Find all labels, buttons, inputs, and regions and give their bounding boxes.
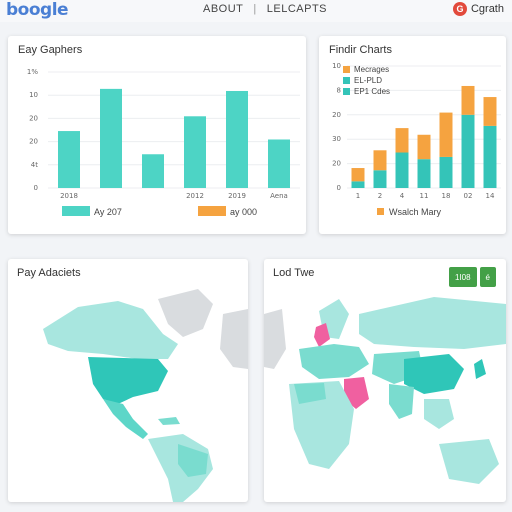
stack-x-tick: 14 (486, 192, 495, 200)
stack-x-tick: 4 (400, 192, 405, 200)
stack-y-tick: 8 (337, 86, 341, 94)
bar-x-tick: 2012 (186, 192, 204, 200)
stack-bar-segment (483, 125, 497, 188)
bar-legend-swatch-secondary (198, 206, 226, 216)
stack-bar-segment (439, 156, 453, 188)
bar-legend-swatch-primary (62, 206, 90, 216)
stack-legend-swatch (343, 77, 350, 84)
stack-bar-segment (483, 97, 497, 126)
top-bar: boogle ABOUT | LELCAPTS G Cgrath (0, 0, 512, 22)
map-region-canada (43, 301, 178, 359)
bar-y-tick: 1% (27, 68, 38, 76)
bar-legend-label-primary: Ay 207 (94, 207, 122, 217)
stack-bar-segment (373, 170, 387, 188)
bar-y-tick: 20 (29, 138, 38, 146)
map-region-caribbean (158, 417, 180, 425)
stack-legend-swatch (343, 66, 350, 73)
stack-x-tick: 11 (420, 192, 429, 200)
stack-x-tick: 18 (442, 192, 451, 200)
nav-separator: | (253, 3, 257, 15)
stack-legend-label: EL-PLD (354, 76, 382, 85)
bar-y-tick: 4t (31, 161, 38, 169)
bar-legend-label-secondary: ay 000 (230, 207, 257, 217)
bar-y-tick: 10 (29, 91, 38, 99)
logo[interactable]: boogle (6, 0, 69, 20)
map-region-russia (359, 297, 506, 349)
stacked-chart: 02030208101 2 4 11 18 02 14MecragesEL-PLDEP1 C… (332, 62, 501, 217)
stack-x-tick: 1 (356, 192, 360, 200)
map-region-europe-edge (220, 309, 248, 369)
bar-y-tick: 20 (29, 114, 38, 122)
world-map-left[interactable] (8, 259, 248, 502)
stack-bar-segment (373, 150, 387, 171)
bar-mark (226, 90, 248, 188)
bar-mark (184, 116, 206, 188)
map-region-india (389, 384, 414, 419)
stack-bar-segment (461, 114, 475, 188)
stack-y-tick: 20 (332, 111, 341, 119)
stack-bar-segment (395, 152, 409, 188)
nav-about[interactable]: ABOUT (203, 3, 243, 15)
nav-lelcapts[interactable]: LELCAPTS (267, 3, 327, 15)
top-nav: ABOUT | LELCAPTS (203, 3, 327, 15)
stack-bottom-legend-swatch (377, 208, 384, 215)
stack-bar-segment (395, 128, 409, 153)
map-region-australia (439, 439, 499, 484)
stack-y-tick: 0 (337, 184, 341, 192)
map-region-greenland (158, 289, 213, 337)
stacked-chart-card: Findir Charts 0 20 30 20 8 10 1 2 4 11 18 02 14 Mecra… (319, 36, 506, 234)
map-region-americas-edge (264, 309, 286, 369)
stack-legend-label: EP1 Cdes (354, 87, 390, 96)
stack-bar-segment (351, 168, 365, 182)
user-label: Cgrath (470, 3, 504, 15)
map-region-usa (88, 357, 168, 404)
bar-mark (100, 88, 122, 188)
bar-y-tick: 0 (34, 184, 38, 192)
stack-y-tick: 10 (332, 62, 341, 70)
stack-bar-segment (417, 159, 431, 188)
stack-y-tick: 30 (332, 135, 341, 143)
bar-x-tick: 2018 (60, 192, 78, 200)
user-account[interactable]: G Cgrath (452, 2, 504, 16)
google-g-icon: G (452, 2, 467, 16)
bar-x-tick: 2019 (228, 192, 246, 200)
stack-legend-label: Mecrages (354, 65, 389, 74)
stack-bar-segment (439, 112, 453, 157)
bar-chart: 0 4t 20 20 10 1% 2018 2012 2019 Aena Ay 207 ay 000 (27, 68, 300, 217)
map-region-japan (474, 359, 486, 379)
stack-bar-segment (417, 134, 431, 160)
world-map-right[interactable] (264, 259, 506, 502)
map-region-europe (299, 344, 369, 379)
bar-mark (58, 131, 80, 188)
stack-x-tick: 02 (464, 192, 473, 200)
bar-mark (142, 154, 164, 188)
stack-bar-segment (461, 85, 475, 115)
bar-chart-card: Eay Gaphers 0 4t 20 20 10 1% 2018 2012 2019 Aena A… (8, 36, 306, 234)
bar-x-tick: Aena (270, 192, 288, 200)
map-region-mexico (103, 399, 148, 439)
stack-x-tick: 2 (378, 192, 382, 200)
stack-bottom-legend-label: Wsalch Mary (389, 207, 442, 217)
map-region-se-asia (424, 399, 454, 429)
stack-legend-swatch (343, 88, 350, 95)
map-card-americas: Pay Adaciets (8, 259, 248, 502)
bar-mark (268, 139, 290, 188)
map-card-eurasia: Lod Twe 1I08 é (264, 259, 506, 502)
stack-y-tick: 20 (332, 160, 341, 168)
stack-bar-segment (351, 181, 365, 188)
